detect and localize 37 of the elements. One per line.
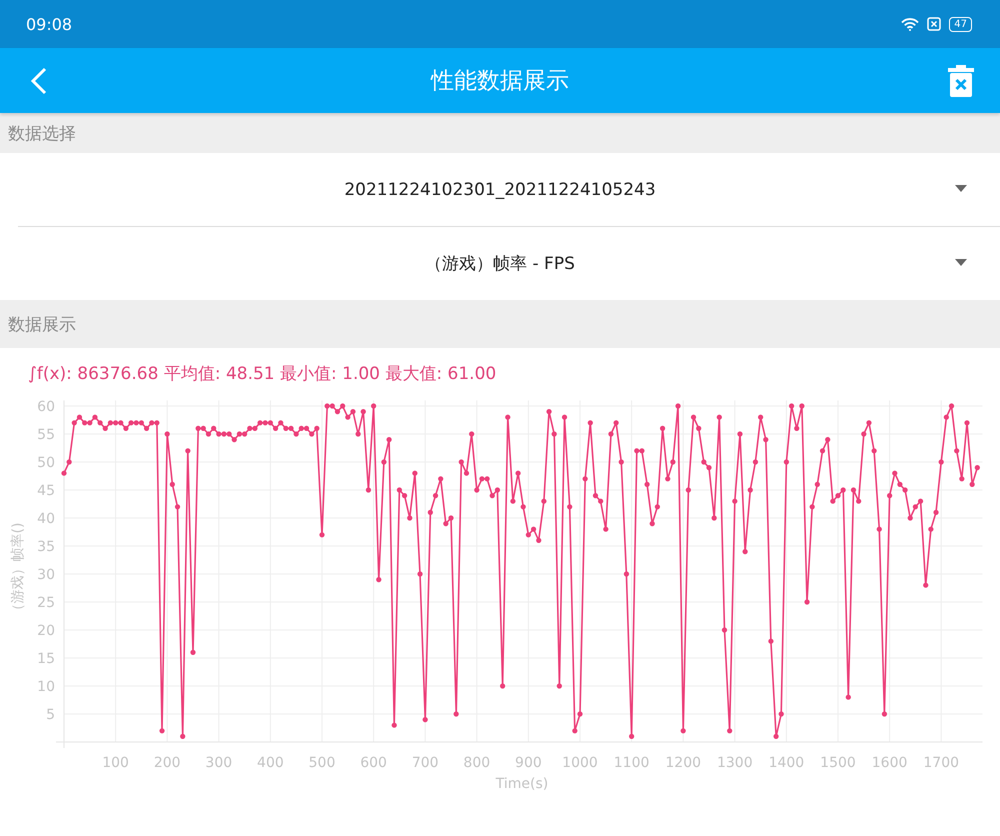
x-axis-title: Time(s) <box>496 776 548 792</box>
x-tick-label: 1500 <box>820 755 856 771</box>
summary-text: ∫f(x): 86376.68 平均值: 48.51 最小值: 1.00 最大值: 61.00 <box>27 363 498 386</box>
x-tick-label: 1300 <box>716 755 753 771</box>
x-tick-label: 1100 <box>614 755 650 771</box>
status-time: 09:08 <box>26 14 72 34</box>
y-tick-label: 60 <box>37 399 55 415</box>
section-header: 数据选择 <box>0 113 1000 153</box>
app-title: 性能数据展示 <box>430 67 570 96</box>
y-tick-label: 10 <box>37 679 55 695</box>
x-tick-label: 200 <box>154 755 181 771</box>
x-tick-label: 100 <box>102 755 129 771</box>
y-tick-label: 20 <box>37 623 55 639</box>
x-tick-label: 500 <box>308 755 336 771</box>
y-tick-label: 30 <box>37 567 55 583</box>
section-header: 数据展示 <box>0 300 1000 348</box>
y-tick-label: 15 <box>37 651 55 667</box>
x-tick-label: 400 <box>257 755 284 771</box>
x-tick-label: 700 <box>412 755 439 771</box>
x-tick-label: 1400 <box>768 755 804 771</box>
x-tick-label: 1600 <box>872 755 908 771</box>
y-tick-label: 5 <box>46 707 55 723</box>
x-tick-label: 300 <box>205 755 232 771</box>
y-tick-label: 25 <box>37 595 55 611</box>
y-tick-label: 40 <box>37 511 55 527</box>
y-tick-label: 50 <box>37 455 55 471</box>
x-tick-label: 1000 <box>562 755 598 771</box>
x-tick-label: 900 <box>515 755 542 771</box>
x-tick-label: 600 <box>360 755 387 771</box>
y-tick-label: 55 <box>37 427 55 443</box>
y-tick-label: 35 <box>37 539 55 555</box>
x-tick-label: 1700 <box>923 755 960 771</box>
y-tick-label: 45 <box>37 483 55 499</box>
x-tick-label: 1200 <box>665 755 702 771</box>
battery-level: 47 <box>949 16 972 32</box>
y-axis-title: （游戏）帧率() <box>10 522 26 618</box>
x-tick-label: 800 <box>463 755 490 771</box>
